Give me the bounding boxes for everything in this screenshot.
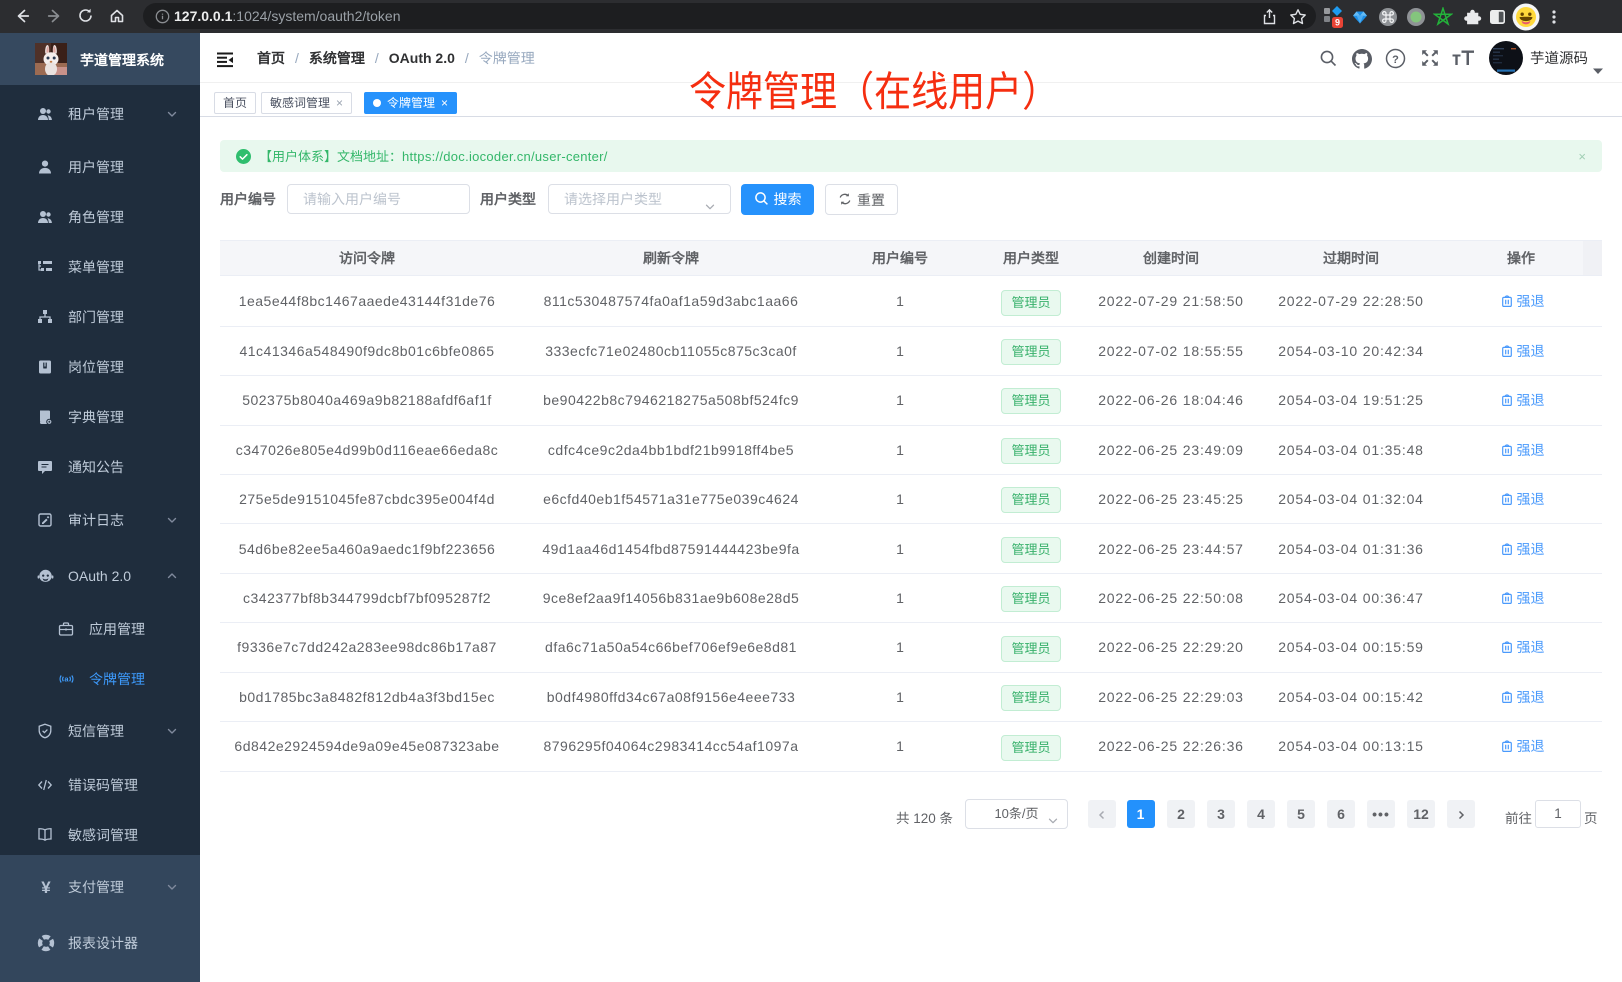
svg-text:a: a — [64, 675, 69, 684]
svg-text:¥: ¥ — [41, 878, 51, 896]
svg-text:?: ? — [1392, 54, 1399, 66]
